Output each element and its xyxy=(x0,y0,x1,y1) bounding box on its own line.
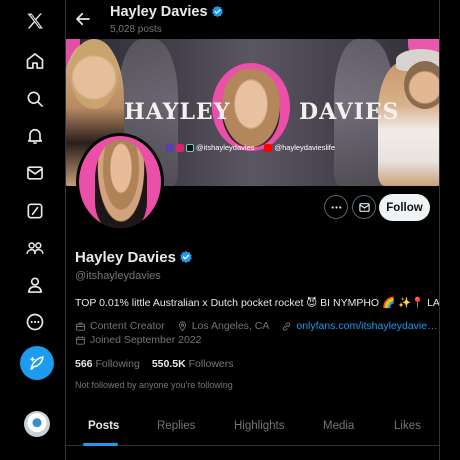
more-options-button[interactable] xyxy=(324,195,348,219)
more-icon[interactable] xyxy=(24,311,46,333)
compose-post-button[interactable] xyxy=(20,346,54,380)
profile-website-link[interactable]: onlyfans.com/itshayleydavie… xyxy=(296,320,437,332)
banner-center-photo xyxy=(222,69,280,147)
communities-icon[interactable] xyxy=(24,237,46,259)
tab-highlights[interactable]: Highlights xyxy=(234,420,285,432)
x-logo-icon[interactable] xyxy=(24,10,46,32)
banner-handle-social: @itshayleydavies xyxy=(166,143,254,152)
verified-badge-icon xyxy=(211,5,223,18)
profile-joined-date: Joined September 2022 xyxy=(90,334,202,346)
profile-avatar[interactable] xyxy=(76,133,164,231)
account-avatar[interactable] xyxy=(24,411,50,437)
home-icon[interactable] xyxy=(24,50,46,72)
envelope-icon xyxy=(358,202,370,212)
header-post-count: 5,028 posts xyxy=(110,24,162,35)
profile-column: Hayley Davies 5,028 posts HAYLEY DAVIES … xyxy=(66,0,440,460)
follow-button[interactable]: Follow xyxy=(379,194,430,221)
briefcase-icon xyxy=(75,321,86,332)
active-tab-indicator xyxy=(83,443,118,446)
followers-link[interactable]: 550.5K Followers xyxy=(152,358,234,370)
tiktok-icon xyxy=(186,143,194,152)
profile-icon[interactable] xyxy=(24,274,46,296)
left-nav-rail xyxy=(0,0,66,460)
profile-handle: @itshayleydavies xyxy=(75,270,161,282)
twitch-icon xyxy=(166,143,174,152)
youtube-icon xyxy=(264,143,273,152)
profile-tabs: Posts Replies Highlights Media Likes xyxy=(66,406,439,446)
notifications-icon[interactable] xyxy=(24,125,46,147)
profile-location: Los Angeles, CA xyxy=(191,320,270,332)
profile-meta-row: Content Creator Los Angeles, CA onlyfans… xyxy=(75,320,438,332)
back-arrow-icon xyxy=(76,12,90,26)
location-pin-icon xyxy=(177,321,188,332)
tab-posts[interactable]: Posts xyxy=(88,420,119,432)
link-icon xyxy=(281,321,292,332)
profile-category: Content Creator xyxy=(90,320,165,332)
compose-post-icon xyxy=(30,356,44,370)
back-button[interactable] xyxy=(74,10,92,28)
banner-name-left: HAYLEY xyxy=(124,99,231,125)
following-link[interactable]: 566 Following xyxy=(75,358,140,370)
follow-stats: 566 Following 550.5K Followers xyxy=(75,358,234,370)
profile-avatar-photo xyxy=(95,140,147,228)
explore-icon[interactable] xyxy=(24,88,46,110)
tab-replies[interactable]: Replies xyxy=(157,420,195,432)
banner-photo-6-face xyxy=(404,61,439,109)
header-name: Hayley Davies xyxy=(110,4,224,20)
tab-likes[interactable]: Likes xyxy=(394,420,421,432)
profile-header-bar: Hayley Davies 5,028 posts xyxy=(66,0,439,39)
grok-icon[interactable] xyxy=(24,200,46,222)
profile-bio: TOP 0.01% little Australian x Dutch pock… xyxy=(75,297,440,309)
banner-name-right: DAVIES xyxy=(299,99,400,125)
instagram-icon xyxy=(176,143,184,152)
tab-media[interactable]: Media xyxy=(323,420,354,432)
banner-handle-youtube: @hayleydavieslife xyxy=(264,143,335,152)
profile-name: Hayley Davies xyxy=(75,249,193,266)
message-button[interactable] xyxy=(352,195,376,219)
more-horizontal-icon xyxy=(331,205,341,209)
profile-joined-row: Joined September 2022 xyxy=(75,334,202,346)
banner-photo-1-face xyxy=(70,39,118,109)
mutual-followers-note: Not followed by anyone you're following xyxy=(75,380,233,390)
profile-avatar-image xyxy=(79,136,161,228)
banner-social-handles: @itshayleydavies @hayleydavieslife xyxy=(166,143,335,152)
calendar-icon xyxy=(75,335,86,346)
verified-badge-icon[interactable] xyxy=(179,250,193,264)
messages-icon[interactable] xyxy=(24,162,46,184)
